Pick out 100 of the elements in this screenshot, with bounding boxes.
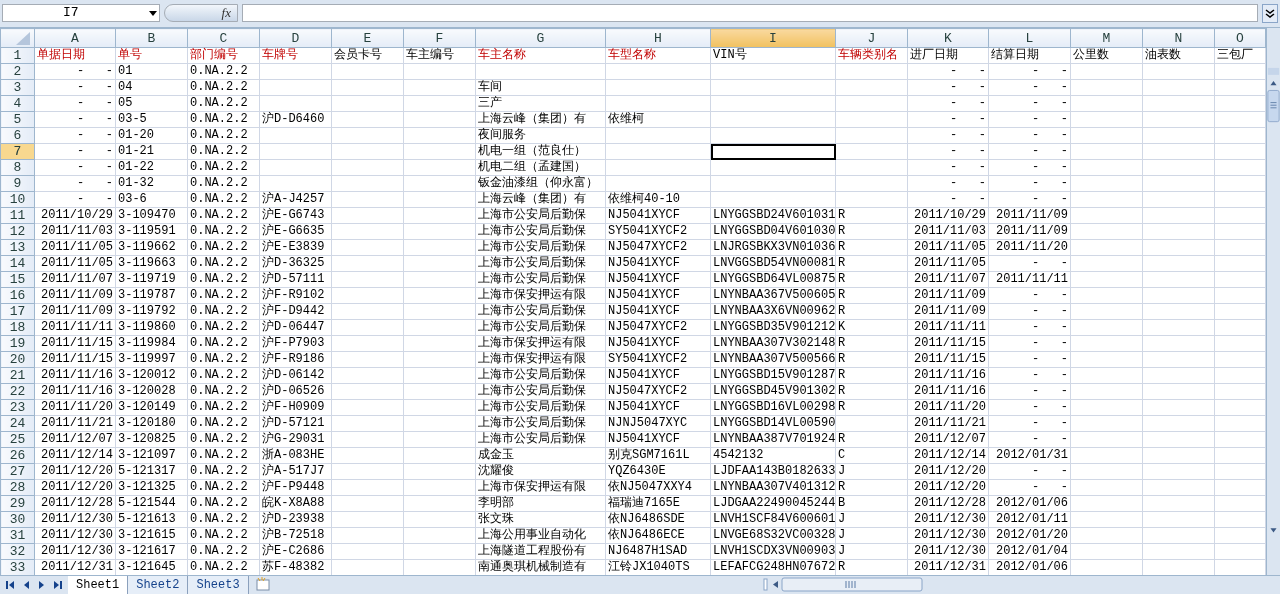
table-cell: LNVH1SCDX3VN00903 xyxy=(710,543,836,560)
table-cell: 0.NA.2.2 xyxy=(187,111,260,128)
table-cell: - - xyxy=(907,191,989,208)
table-cell: R xyxy=(835,255,908,272)
table-cell: 0.NA.2.2 xyxy=(187,463,260,480)
table-cell: NJ6487H1SAD xyxy=(605,543,711,560)
table-cell: LNYGGSBD35V901212 xyxy=(710,319,836,336)
table-cell: 0.NA.2.2 xyxy=(187,207,260,224)
table-cell: 李明部 xyxy=(475,495,606,512)
table-cell: - - xyxy=(988,383,1071,400)
table-cell: 沪F-P9448 xyxy=(259,479,332,496)
field-name-cell: VIN号 xyxy=(710,47,836,64)
table-cell: 2011/11/15 xyxy=(907,351,989,368)
table-cell: - - xyxy=(988,79,1071,96)
table-cell: 2012/01/04 xyxy=(988,543,1071,560)
table-cell: - - xyxy=(988,127,1071,144)
table-cell: 0.NA.2.2 xyxy=(187,367,260,384)
table-cell: - - xyxy=(907,127,989,144)
table-cell: 0.NA.2.2 xyxy=(187,159,260,176)
insert-function-button[interactable]: fx xyxy=(164,4,238,22)
table-cell: 2011/11/11 xyxy=(988,271,1071,288)
table-cell: 别克SGM7161L xyxy=(605,447,711,464)
table-cell: - - xyxy=(988,191,1071,208)
table-cell: 2011/12/20 xyxy=(34,463,116,480)
table-cell: 沪D-57121 xyxy=(259,415,332,432)
first-sheet-icon[interactable] xyxy=(4,579,16,591)
column-header[interactable]: E xyxy=(331,28,404,48)
table-cell: - - xyxy=(907,79,989,96)
table-cell: - - xyxy=(907,143,989,160)
table-cell: 上海市公安局后勤保 xyxy=(475,255,606,272)
table-cell: 01-20 xyxy=(115,127,188,144)
column-header[interactable]: I xyxy=(710,28,836,48)
table-cell: 0.NA.2.2 xyxy=(187,175,260,192)
table-cell: - - xyxy=(34,159,116,176)
column-header[interactable]: N xyxy=(1142,28,1215,48)
name-box[interactable]: I7 xyxy=(2,4,160,22)
table-cell: 上海市公安局后勤保 xyxy=(475,383,606,400)
table-cell: 上海隧道工程股份有 xyxy=(475,543,606,560)
column-header[interactable]: B xyxy=(115,28,188,48)
field-name-cell: 三包厂 xyxy=(1214,47,1266,64)
table-cell: 0.NA.2.2 xyxy=(187,303,260,320)
table-cell: 2011/12/20 xyxy=(907,479,989,496)
table-cell: LNYNBAA307V401312 xyxy=(710,479,836,496)
field-name-cell: 车辆类别名 xyxy=(835,47,908,64)
active-cell[interactable] xyxy=(710,143,836,160)
table-cell: LNYNBAA367V500605 xyxy=(710,287,836,304)
table-cell: - - xyxy=(907,95,989,112)
last-sheet-icon[interactable] xyxy=(52,579,64,591)
table-cell: 3-120149 xyxy=(115,399,188,416)
expand-icon[interactable] xyxy=(1262,4,1278,23)
table-cell: 沪E-G6743 xyxy=(259,207,332,224)
table-cell: NJ5041XYCF xyxy=(605,207,711,224)
table-cell: R xyxy=(835,399,908,416)
table-cell: K xyxy=(835,319,908,336)
table-cell: 01 xyxy=(115,63,188,80)
table-cell: 2011/11/05 xyxy=(34,255,116,272)
table-cell: 2011/12/14 xyxy=(907,447,989,464)
table-cell: 沪D-06526 xyxy=(259,383,332,400)
table-cell: 5-121613 xyxy=(115,511,188,528)
column-header[interactable]: H xyxy=(605,28,711,48)
column-header[interactable]: L xyxy=(988,28,1071,48)
sheet-tab[interactable]: Sheet2 xyxy=(128,576,189,594)
table-cell: 0.NA.2.2 xyxy=(187,543,260,560)
field-name-cell: 进厂日期 xyxy=(907,47,989,64)
column-header[interactable]: M xyxy=(1070,28,1143,48)
table-cell: NJ5041XYCF xyxy=(605,367,711,384)
column-header[interactable]: F xyxy=(403,28,476,48)
table-cell: 3-119663 xyxy=(115,255,188,272)
column-header[interactable]: G xyxy=(475,28,606,48)
table-cell: 2011/11/20 xyxy=(907,399,989,416)
table-cell: 上海市保安押运有限 xyxy=(475,479,606,496)
table-cell: LNYNBAA387V701924 xyxy=(710,431,836,448)
table-cell: LNYGGSBD24V601031 xyxy=(710,207,836,224)
table-cell: - - xyxy=(907,159,989,176)
table-cell: LNYNBAA307V302148 xyxy=(710,335,836,352)
table-cell: 沪D-D6460 xyxy=(259,111,332,128)
table-cell: 上海市公安局后勤保 xyxy=(475,415,606,432)
table-cell: 上海市公安局后勤保 xyxy=(475,271,606,288)
table-cell: R xyxy=(835,367,908,384)
formula-field[interactable] xyxy=(242,4,1258,22)
column-header[interactable]: A xyxy=(34,28,116,48)
sheet-tab[interactable]: Sheet1 xyxy=(68,576,129,594)
table-cell: 2011/10/29 xyxy=(34,207,116,224)
table-cell: LNVGE68S32VC00328 xyxy=(710,527,836,544)
table-cell: - - xyxy=(988,175,1071,192)
column-header[interactable]: J xyxy=(835,28,908,48)
table-cell: 2012/01/06 xyxy=(988,495,1071,512)
table-cell: 上海市公安局后勤保 xyxy=(475,319,606,336)
table-cell: 0.NA.2.2 xyxy=(187,287,260,304)
table-cell: 2011/11/16 xyxy=(34,383,116,400)
column-header[interactable]: D xyxy=(259,28,332,48)
column-header[interactable]: K xyxy=(907,28,989,48)
table-cell: - - xyxy=(988,63,1071,80)
field-name-cell: 单号 xyxy=(115,47,188,64)
column-header[interactable]: C xyxy=(187,28,260,48)
table-cell: LJDFAA143B0182633 xyxy=(710,463,836,480)
vertical-scrollbar[interactable] xyxy=(1266,28,1280,575)
sheet-tab[interactable]: Sheet3 xyxy=(188,576,249,594)
column-header[interactable]: O xyxy=(1214,28,1266,48)
table-cell: 依NJ5047XXY4 xyxy=(605,479,711,496)
